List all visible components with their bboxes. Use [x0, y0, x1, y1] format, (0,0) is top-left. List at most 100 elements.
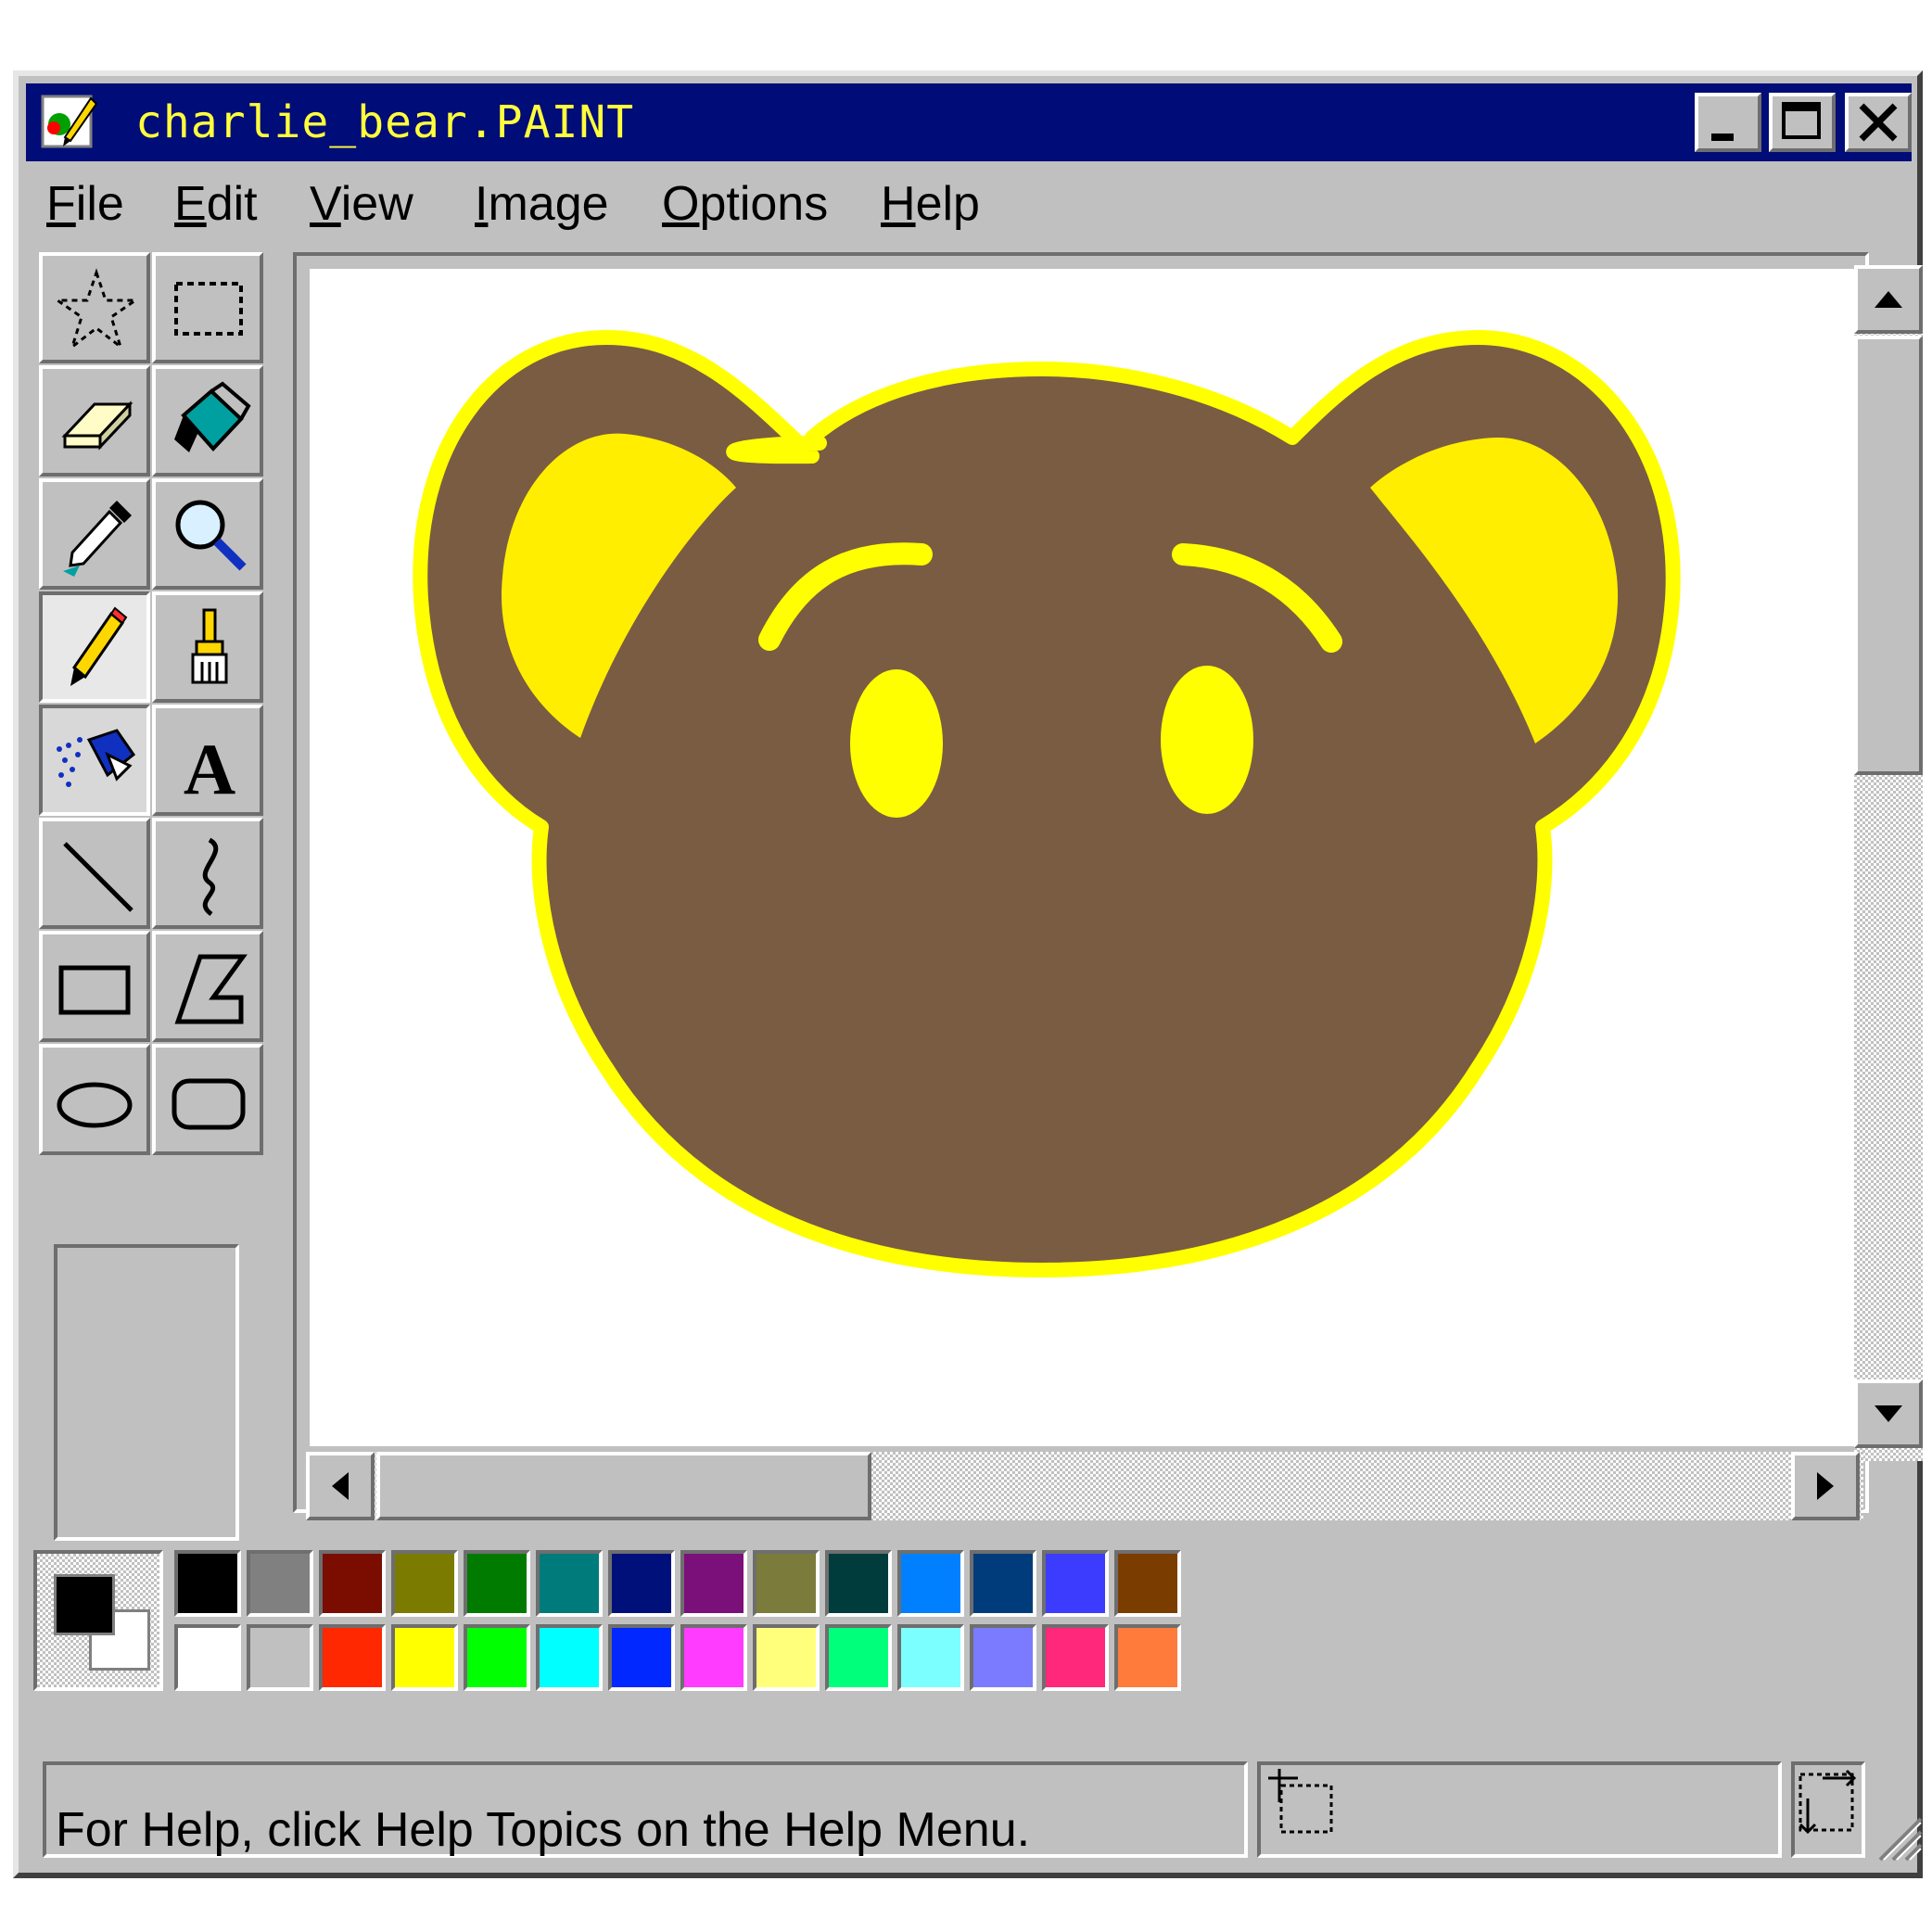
color-swatch[interactable] — [970, 1550, 1036, 1617]
color-swatch[interactable] — [680, 1550, 747, 1617]
menu-bar: File Edit View Image Options Help — [26, 167, 1912, 241]
tool-curve[interactable] — [152, 818, 263, 929]
color-swatch[interactable] — [897, 1550, 964, 1617]
scroll-up-button[interactable] — [1854, 265, 1923, 334]
minimize-icon — [1711, 133, 1734, 141]
menu-file[interactable]: File — [46, 176, 124, 232]
tool-ellipse[interactable] — [39, 1044, 150, 1155]
color-palette — [26, 1550, 1194, 1708]
paint-bucket-icon — [174, 381, 251, 452]
scroll-left-button[interactable] — [306, 1452, 375, 1520]
tool-magnifier[interactable] — [152, 478, 263, 590]
minimize-button[interactable] — [1695, 93, 1761, 152]
tool-free-form-select[interactable] — [39, 252, 150, 363]
toolbox: A — [26, 252, 284, 1541]
color-swatch[interactable] — [464, 1624, 530, 1691]
color-swatch[interactable] — [391, 1550, 458, 1617]
tool-pencil[interactable] — [39, 591, 150, 703]
vertical-scrollbar[interactable] — [1854, 265, 1923, 1461]
tool-airbrush[interactable] — [39, 705, 150, 816]
color-swatch[interactable] — [319, 1550, 386, 1617]
close-button[interactable] — [1845, 93, 1912, 152]
color-swatch[interactable] — [753, 1624, 820, 1691]
canvas-area — [293, 252, 1923, 1532]
horizontal-scroll-thumb[interactable] — [376, 1452, 871, 1520]
color-swatch[interactable] — [897, 1624, 964, 1691]
curve-icon — [202, 837, 219, 917]
color-swatch[interactable] — [1114, 1550, 1181, 1617]
drawing-canvas[interactable] — [310, 269, 1858, 1446]
maximize-icon — [1782, 102, 1821, 139]
color-swatch[interactable] — [464, 1550, 530, 1617]
tool-rectangle[interactable] — [39, 931, 150, 1042]
resize-grip-icon[interactable] — [1871, 1810, 1923, 1862]
tool-brush[interactable] — [152, 591, 263, 703]
menu-help[interactable]: Help — [881, 176, 980, 232]
foreground-color-swatch[interactable] — [54, 1574, 115, 1635]
star-select-icon — [53, 268, 140, 351]
canvas-frame — [293, 252, 1923, 1520]
tool-polygon[interactable] — [152, 931, 263, 1042]
window-title: charlie_bear.PAINT — [135, 96, 635, 148]
text-icon: A — [184, 729, 235, 807]
arrow-down-icon — [1875, 1405, 1902, 1422]
status-bar: For Help, click Help Topics on the Help … — [26, 1754, 1923, 1862]
status-size-panel — [1791, 1761, 1865, 1858]
tool-text[interactable]: A — [152, 705, 263, 816]
color-swatch[interactable] — [608, 1624, 675, 1691]
color-swatch[interactable] — [247, 1550, 313, 1617]
rectangle-icon — [58, 965, 131, 1015]
tool-line[interactable] — [39, 818, 150, 929]
color-swatch[interactable] — [174, 1550, 241, 1617]
color-swatch[interactable] — [1114, 1624, 1181, 1691]
tool-select[interactable] — [152, 252, 263, 363]
eraser-icon — [61, 400, 133, 451]
color-swatch[interactable] — [319, 1624, 386, 1691]
paint-window: charlie_bear.PAINT File Edit View Image … — [13, 70, 1923, 1878]
menu-view[interactable]: View — [310, 176, 413, 232]
title-bar[interactable]: charlie_bear.PAINT — [26, 83, 1912, 161]
brush-icon — [191, 608, 228, 684]
arrow-up-icon — [1875, 291, 1902, 308]
status-position-panel — [1257, 1761, 1782, 1858]
bear-face-drawing — [413, 330, 1681, 1277]
color-swatch[interactable] — [970, 1624, 1036, 1691]
color-swatch[interactable] — [753, 1550, 820, 1617]
rounded-rect-icon — [172, 1078, 246, 1130]
horizontal-scrollbar[interactable] — [306, 1452, 1863, 1520]
color-swatch[interactable] — [536, 1550, 603, 1617]
menu-edit[interactable]: Edit — [174, 176, 258, 232]
pencil-icon — [70, 606, 128, 686]
status-message-panel: For Help, click Help Topics on the Help … — [43, 1761, 1248, 1858]
tool-fill-with-color[interactable] — [152, 365, 263, 477]
color-swatch[interactable] — [536, 1624, 603, 1691]
menu-options[interactable]: Options — [662, 176, 828, 232]
eyedropper-icon — [63, 501, 132, 577]
color-swatch[interactable] — [825, 1550, 892, 1617]
tool-options-box[interactable] — [54, 1244, 239, 1541]
tool-rounded-rectangle[interactable] — [152, 1044, 263, 1155]
color-swatch[interactable] — [1042, 1550, 1109, 1617]
tool-eraser[interactable] — [39, 365, 150, 477]
airbrush-icon — [57, 729, 136, 787]
vertical-scroll-thumb[interactable] — [1854, 336, 1923, 775]
color-swatch[interactable] — [1042, 1624, 1109, 1691]
magnifier-icon — [175, 500, 247, 571]
scroll-down-button[interactable] — [1854, 1379, 1923, 1448]
color-swatch[interactable] — [174, 1624, 241, 1691]
tool-pick-color[interactable] — [39, 478, 150, 590]
menu-image[interactable]: Image — [475, 176, 609, 232]
arrow-right-icon — [1817, 1472, 1834, 1500]
color-swatch[interactable] — [680, 1624, 747, 1691]
maximize-button[interactable] — [1769, 93, 1836, 152]
color-swatch[interactable] — [391, 1624, 458, 1691]
status-message: For Help, click Help Topics on the Help … — [56, 1803, 1031, 1857]
cursor-position-icon — [1268, 1769, 1333, 1834]
line-icon — [63, 842, 133, 912]
color-swatch[interactable] — [825, 1624, 892, 1691]
ellipse-icon — [57, 1082, 133, 1128]
color-swatch[interactable] — [247, 1624, 313, 1691]
selection-size-icon — [1799, 1769, 1857, 1835]
color-swatch[interactable] — [608, 1550, 675, 1617]
scroll-right-button[interactable] — [1791, 1452, 1860, 1520]
